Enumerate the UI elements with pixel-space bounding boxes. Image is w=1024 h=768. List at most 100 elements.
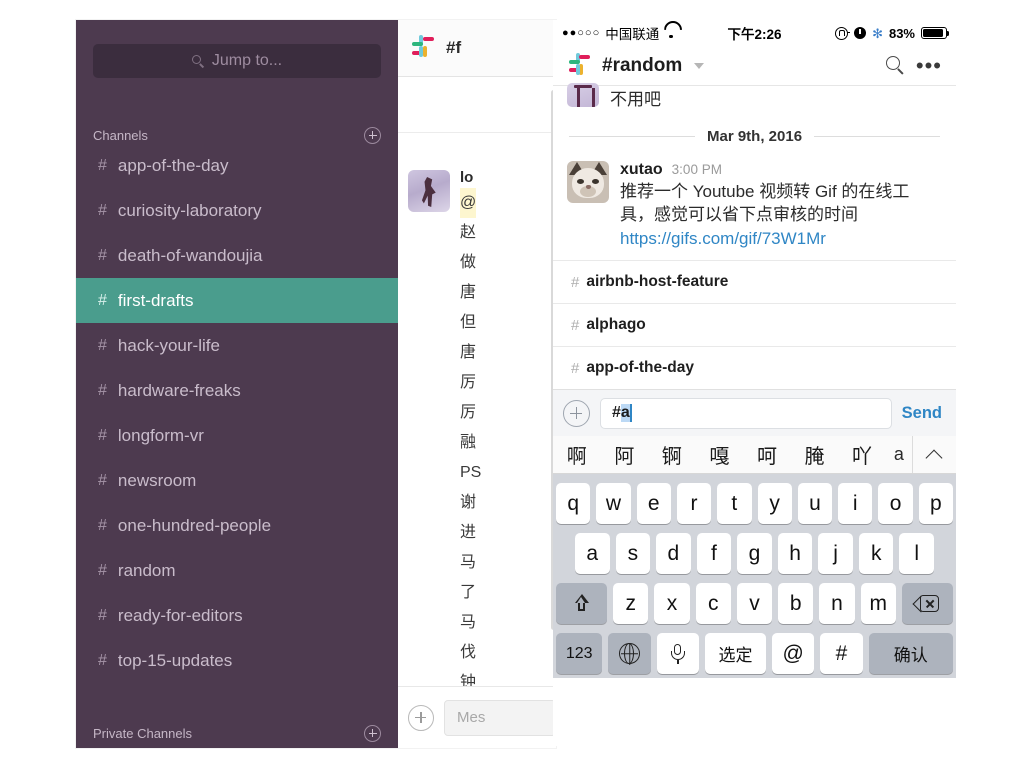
key-f[interactable]: f bbox=[696, 533, 732, 575]
candidate-6[interactable]: 吖 bbox=[838, 440, 886, 469]
key-g[interactable]: g bbox=[737, 533, 772, 575]
sidebar-channel-top-15-updates[interactable]: # top-15-updates bbox=[76, 638, 398, 683]
sidebar-channel-death-of-wandoujia[interactable]: # death-of-wandoujia bbox=[76, 233, 398, 278]
candidate-2[interactable]: 锕 bbox=[648, 440, 696, 469]
message-input[interactable]: # a bbox=[600, 397, 892, 429]
key-v[interactable]: v bbox=[736, 583, 773, 625]
autocomplete-item-airbnb-host-feature[interactable]: # airbnb-host-feature bbox=[553, 260, 956, 304]
sidebar-channel-hardware-freaks[interactable]: # hardware-freaks bbox=[76, 368, 398, 413]
enter-key[interactable]: 确认 bbox=[868, 633, 953, 675]
add-private-channel-icon[interactable] bbox=[364, 724, 381, 742]
search-icon bbox=[191, 54, 205, 68]
phone-channel-title[interactable]: #random bbox=[602, 55, 682, 77]
jump-to-search-input[interactable]: Jump to... bbox=[93, 44, 381, 78]
key-h[interactable]: h bbox=[777, 533, 813, 575]
key-r[interactable]: r bbox=[676, 483, 712, 525]
desktop-line: 唐 bbox=[460, 344, 477, 361]
autocomplete-item-app-of-the-day[interactable]: # app-of-the-day bbox=[553, 346, 956, 390]
shift-key[interactable] bbox=[556, 583, 608, 625]
sidebar-channel-newsroom[interactable]: # newsroom bbox=[76, 458, 398, 503]
desktop-line: 唐 bbox=[460, 284, 477, 301]
key-x[interactable]: x bbox=[654, 583, 690, 625]
private-channels-section-header: Private Channels bbox=[93, 723, 381, 743]
key-p[interactable]: p bbox=[918, 483, 953, 525]
search-icon[interactable] bbox=[885, 55, 906, 76]
key-k[interactable]: k bbox=[858, 533, 894, 575]
hash-icon: # bbox=[98, 291, 107, 309]
sidebar-channel-one-hundred-people[interactable]: # one-hundred-people bbox=[76, 503, 398, 548]
sidebar-channel-hack-your-life[interactable]: # hack-your-life bbox=[76, 323, 398, 368]
desktop-divider bbox=[398, 132, 556, 133]
sidebar-channel-random[interactable]: # random bbox=[76, 548, 398, 593]
candidate-5[interactable]: 腌 bbox=[791, 440, 839, 469]
key-i[interactable]: i bbox=[838, 483, 873, 525]
candidate-0[interactable]: 啊 bbox=[553, 440, 601, 469]
globe-key[interactable] bbox=[608, 633, 651, 675]
hash-icon: # bbox=[98, 381, 107, 399]
key-c[interactable]: c bbox=[695, 583, 731, 625]
sidebar-channel-app-of-the-day[interactable]: # app-of-the-day bbox=[76, 143, 398, 188]
backspace-key[interactable] bbox=[901, 583, 953, 625]
add-attachment-icon[interactable] bbox=[563, 399, 590, 427]
hash-icon: # bbox=[98, 201, 107, 219]
select-key[interactable]: 选定 bbox=[704, 633, 767, 675]
dictation-key[interactable] bbox=[656, 633, 699, 675]
key-n[interactable]: n bbox=[819, 583, 855, 625]
desktop-line: 赵 bbox=[460, 224, 477, 241]
candidate-latin[interactable]: a bbox=[886, 444, 912, 465]
key-e[interactable]: e bbox=[636, 483, 671, 525]
backspace-icon bbox=[912, 595, 940, 613]
pinyin-candidate-bar: 啊 阿 锕 嘎 呵 腌 吖 a bbox=[553, 436, 956, 475]
key-y[interactable]: y bbox=[757, 483, 792, 525]
key-w[interactable]: w bbox=[596, 483, 631, 525]
partial-message-text: 不用吧 bbox=[610, 90, 661, 109]
hash-icon: # bbox=[98, 651, 107, 669]
add-channel-icon[interactable] bbox=[364, 126, 381, 144]
desktop-line: 马 bbox=[460, 554, 477, 571]
key-s[interactable]: s bbox=[615, 533, 651, 575]
channel-label: one-hundred-people bbox=[117, 515, 272, 535]
hash-icon: # bbox=[98, 156, 107, 174]
key-b[interactable]: b bbox=[778, 583, 814, 625]
hash-key[interactable]: # bbox=[820, 633, 863, 675]
key-q[interactable]: q bbox=[556, 483, 591, 525]
key-t[interactable]: t bbox=[717, 483, 752, 525]
keyboard-row-2: a s d f g h j k l bbox=[553, 533, 956, 575]
key-l[interactable]: l bbox=[899, 533, 935, 575]
send-button[interactable]: Send bbox=[902, 404, 946, 423]
key-z[interactable]: z bbox=[613, 583, 649, 625]
key-m[interactable]: m bbox=[860, 583, 896, 625]
slack-logo-icon[interactable] bbox=[567, 53, 592, 78]
candidate-3[interactable]: 嘎 bbox=[696, 440, 744, 469]
desktop-message-author: lo bbox=[460, 170, 474, 186]
key-o[interactable]: o bbox=[878, 483, 913, 525]
candidate-4[interactable]: 呵 bbox=[743, 440, 791, 469]
sidebar-channel-first-drafts[interactable]: # first-drafts bbox=[76, 278, 398, 323]
sidebar-channel-ready-for-editors[interactable]: # ready-for-editors bbox=[76, 593, 398, 638]
numeric-key[interactable]: 123 bbox=[556, 633, 603, 675]
expand-candidates-button[interactable] bbox=[911, 436, 956, 474]
candidate-1[interactable]: 阿 bbox=[601, 440, 649, 469]
chevron-down-icon[interactable] bbox=[694, 62, 705, 69]
avatar[interactable] bbox=[567, 161, 609, 203]
message-link[interactable]: https://gifs.com/gif/73W1Mr bbox=[620, 229, 826, 248]
add-attachment-icon[interactable] bbox=[408, 704, 434, 731]
message-author[interactable]: xutao bbox=[620, 161, 663, 179]
separator-line-left bbox=[569, 136, 695, 137]
ios-keyboard: 啊 阿 锕 嘎 呵 腌 吖 a q w e r t y u i o p a s … bbox=[553, 436, 956, 679]
sidebar-channel-longform-vr[interactable]: # longform-vr bbox=[76, 413, 398, 458]
mention-token: @ bbox=[460, 188, 477, 218]
key-j[interactable]: j bbox=[818, 533, 853, 575]
autocomplete-item-alphago[interactable]: # alphago bbox=[553, 303, 956, 347]
key-a[interactable]: a bbox=[574, 533, 610, 575]
more-options-icon[interactable]: ••• bbox=[916, 54, 942, 76]
key-d[interactable]: d bbox=[656, 533, 691, 575]
sidebar-channel-curiosity-laboratory[interactable]: # curiosity-laboratory bbox=[76, 188, 398, 233]
channel-label: death-of-wandoujia bbox=[117, 245, 263, 265]
message-row: xutao 3:00 PM 推荐一个 Youtube 视频转 Gif 的在线工具… bbox=[553, 157, 956, 260]
desktop-compose-bar: Mes bbox=[398, 686, 556, 748]
desktop-message-input[interactable]: Mes bbox=[444, 699, 556, 736]
at-key[interactable]: @ bbox=[772, 633, 815, 675]
hash-icon: # bbox=[98, 561, 107, 579]
key-u[interactable]: u bbox=[797, 483, 833, 525]
